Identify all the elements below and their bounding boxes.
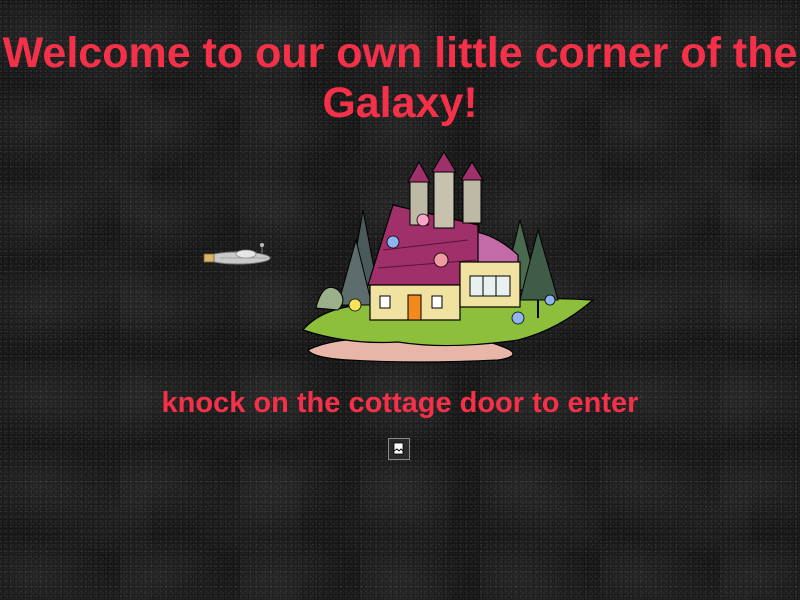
spaceship-and-cottage-scene xyxy=(203,151,595,363)
cottage-illustration[interactable] xyxy=(301,151,595,363)
broken-image-icon[interactable] xyxy=(388,438,410,460)
cottage-door[interactable] xyxy=(407,294,422,321)
spaceship-illustration xyxy=(203,243,271,265)
page-heading: Welcome to our own little corner of the … xyxy=(2,29,798,127)
enter-instruction: knock on the cottage door to enter xyxy=(161,387,639,419)
